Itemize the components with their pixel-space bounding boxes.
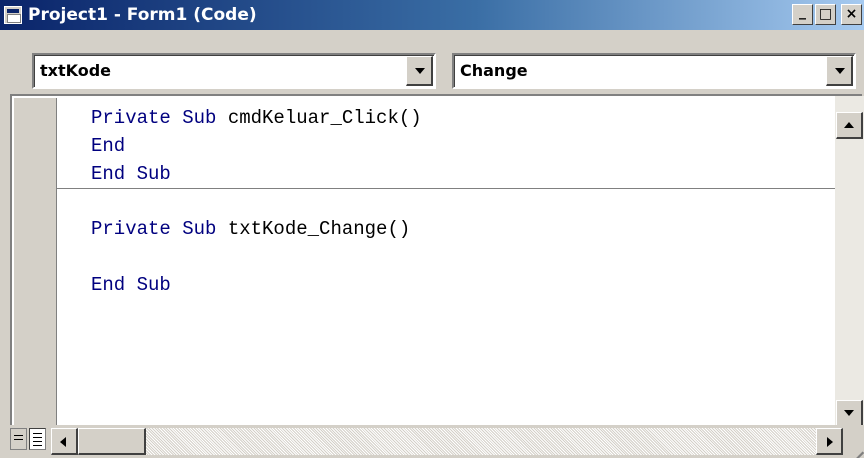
code-line[interactable]: Private Sub cmdKeluar_Click() [91, 107, 422, 129]
window-title: Project1 - Form1 (Code) [28, 5, 257, 25]
bottom-bar [0, 425, 864, 458]
code-line[interactable]: End [91, 135, 125, 157]
margin-indicator-bar[interactable] [14, 98, 57, 429]
chevron-down-icon [415, 68, 425, 74]
chevron-down-icon [835, 68, 845, 74]
title-bar[interactable]: Project1 - Form1 (Code) _ □ × [0, 0, 864, 30]
horizontal-scroll-thumb[interactable] [78, 428, 146, 455]
resize-grip[interactable] [846, 433, 864, 458]
object-combo[interactable]: txtKode [32, 53, 436, 89]
scroll-left-button[interactable] [51, 428, 78, 455]
scroll-up-button[interactable] [836, 112, 863, 139]
object-combo-value: txtKode [40, 61, 112, 80]
full-module-view-button[interactable] [29, 428, 46, 450]
down-arrow-icon [844, 410, 854, 416]
procedure-combo-dropdown-button[interactable] [826, 56, 853, 86]
vertical-scrollbar[interactable] [835, 96, 864, 427]
left-arrow-icon [60, 437, 66, 447]
procedure-combo[interactable]: Change [452, 53, 856, 89]
procedure-combo-value: Change [460, 61, 528, 80]
code-area[interactable]: Private Sub cmdKeluar_Click() End End Su… [57, 98, 835, 429]
procedure-separator [57, 188, 835, 189]
maximize-button[interactable]: □ [815, 4, 836, 25]
vb-form-icon[interactable] [4, 6, 22, 24]
object-combo-dropdown-button[interactable] [406, 56, 433, 86]
code-editor[interactable]: Private Sub cmdKeluar_Click() End End Su… [10, 94, 864, 458]
procedure-view-button[interactable] [10, 428, 27, 450]
horizontal-scrollbar[interactable] [51, 428, 843, 455]
close-button[interactable]: × [841, 4, 862, 25]
minimize-button[interactable]: _ [792, 4, 813, 25]
code-line[interactable]: End Sub [91, 163, 171, 185]
up-arrow-icon [844, 122, 854, 128]
code-line[interactable]: End Sub [91, 274, 171, 296]
code-line[interactable]: Private Sub txtKode_Change() [91, 218, 410, 240]
scroll-down-button[interactable] [836, 400, 863, 427]
right-arrow-icon [827, 437, 833, 447]
scroll-right-button[interactable] [816, 428, 843, 455]
